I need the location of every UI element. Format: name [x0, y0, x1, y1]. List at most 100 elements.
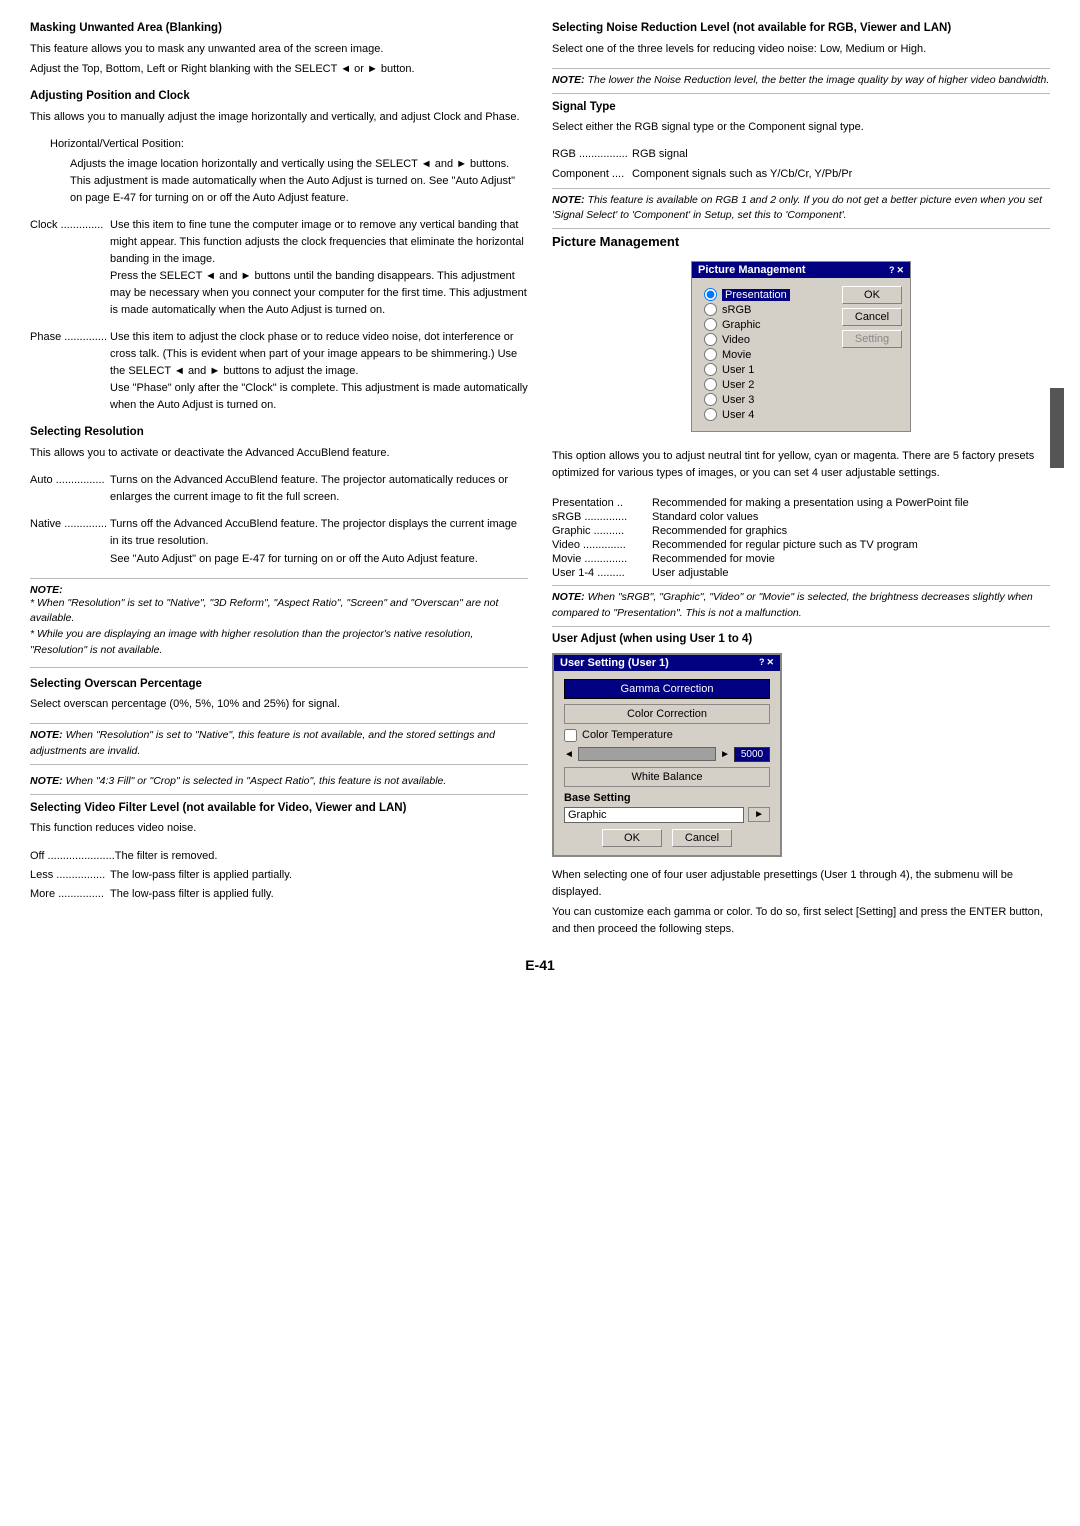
picture-management-dialog-box[interactable]: Picture Management ? ✕ Presentation [691, 261, 911, 432]
pm-user14-def: User 1-4 ......... User adjustable [552, 567, 1050, 579]
base-setting-arrow[interactable]: ► [748, 807, 770, 822]
adjusting-position-section: Adjusting Position and Clock This allows… [30, 88, 528, 126]
radio-user2-input[interactable] [704, 378, 717, 391]
radio-video[interactable]: Video [704, 333, 826, 346]
less-def: Less ................ The low-pass filte… [30, 867, 528, 884]
user-dialog-cancel-button[interactable]: Cancel [672, 829, 732, 847]
user-adjust-para2: You can customize each gamma or color. T… [552, 904, 1050, 938]
color-temperature-row: Color Temperature [564, 729, 770, 742]
note-overscan-section: NOTE: When "Resolution" is set to "Nativ… [30, 723, 528, 765]
user-dialog-icons: ? ✕ [759, 657, 774, 668]
setting-button[interactable]: Setting [842, 330, 902, 348]
dialog-question-icon[interactable]: ? [889, 265, 895, 276]
rgb-body: RGB signal [632, 146, 1050, 163]
user-dialog-ok-cancel-row: OK Cancel [564, 829, 770, 847]
cancel-button[interactable]: Cancel [842, 308, 902, 326]
pm-video-def: Video .............. Recommended for reg… [552, 539, 1050, 551]
note-signal-label: NOTE: [552, 194, 585, 206]
radio-graphic-input[interactable] [704, 318, 717, 331]
note-pm-section: NOTE: When "sRGB", "Graphic", "Video" or… [552, 585, 1050, 627]
less-body: The low-pass filter is applied partially… [110, 867, 528, 884]
base-setting-section: Base Setting Graphic ► [564, 792, 770, 823]
overscan-para: Select overscan percentage (0%, 5%, 10% … [30, 696, 528, 713]
color-correction-button[interactable]: Color Correction [564, 704, 770, 724]
video-filter-section: Selecting Video Filter Level (not availa… [30, 800, 528, 838]
right-column: Selecting Noise Reduction Level (not ava… [552, 20, 1050, 941]
video-filter-para: This function reduces video noise. [30, 820, 528, 837]
dialog-action-buttons: OK Cancel Setting [838, 278, 910, 431]
two-column-layout: Masking Unwanted Area (Blanking) This fe… [30, 20, 1050, 941]
dialog-close-icon[interactable]: ✕ [896, 265, 904, 276]
radio-srgb-input[interactable] [704, 303, 717, 316]
selecting-resolution-heading: Selecting Resolution [30, 424, 528, 442]
pm-srgb-body: Standard color values [652, 511, 758, 523]
dialog-body: Presentation sRGB Graphic [692, 278, 910, 431]
dialog-title-icons: ? ✕ [889, 265, 904, 276]
slider-left-arrow[interactable]: ◄ [564, 749, 574, 760]
radio-movie-input[interactable] [704, 348, 717, 361]
user-dialog-question-icon[interactable]: ? [759, 657, 765, 668]
note-noise-label: NOTE: [552, 74, 585, 86]
note-signal-text: This feature is available on RGB 1 and 2… [552, 194, 1042, 222]
noise-reduction-heading: Selecting Noise Reduction Level (not ava… [552, 20, 1050, 38]
radio-user4-input[interactable] [704, 408, 717, 421]
radio-user2[interactable]: User 2 [704, 378, 826, 391]
base-setting-select[interactable]: Graphic [564, 807, 744, 823]
more-term: More ............... [30, 886, 110, 903]
phase-section: Phase .............. Use this item to ad… [30, 329, 528, 414]
base-setting-select-row: Graphic ► [564, 807, 770, 823]
note-noise-text: The lower the Noise Reduction level, the… [588, 74, 1050, 86]
horiz-vert-label: Horizontal/Vertical Position: [50, 136, 528, 153]
horiz-vert-body: Adjusts the image location horizontally … [70, 156, 528, 207]
radio-user4[interactable]: User 4 [704, 408, 826, 421]
picture-management-dialog: Picture Management ? ✕ Presentation [552, 255, 1050, 438]
note-43-label: NOTE: [30, 775, 63, 787]
radio-srgb-label: sRGB [722, 304, 751, 316]
phase-def: Phase .............. Use this item to ad… [30, 329, 528, 414]
component-body: Component signals such as Y/Cb/Cr, Y/Pb/… [632, 166, 1050, 183]
base-setting-label: Base Setting [564, 792, 770, 804]
radio-user4-label: User 4 [722, 409, 754, 421]
signal-type-para: Select either the RGB signal type or the… [552, 119, 1050, 136]
radio-graphic[interactable]: Graphic [704, 318, 826, 331]
radio-user1[interactable]: User 1 [704, 363, 826, 376]
dialog-radio-group: Presentation sRGB Graphic [692, 278, 838, 431]
radio-user1-label: User 1 [722, 364, 754, 376]
radio-srgb[interactable]: sRGB [704, 303, 826, 316]
slider-right-arrow[interactable]: ► [720, 749, 730, 760]
user-adjust-heading: User Adjust (when using User 1 to 4) [552, 633, 1050, 645]
page-container: Masking Unwanted Area (Blanking) This fe… [30, 20, 1050, 973]
signal-type-heading: Signal Type [552, 99, 1050, 117]
component-def: Component .... Component signals such as… [552, 166, 1050, 183]
radio-user1-input[interactable] [704, 363, 717, 376]
user-dialog-close-icon[interactable]: ✕ [766, 657, 774, 668]
slider-track[interactable] [578, 747, 716, 761]
radio-video-input[interactable] [704, 333, 717, 346]
radio-movie[interactable]: Movie [704, 348, 826, 361]
overscan-section: Selecting Overscan Percentage Select ove… [30, 676, 528, 714]
gamma-correction-button[interactable]: Gamma Correction [564, 679, 770, 699]
ok-button[interactable]: OK [842, 286, 902, 304]
note-pm-label: NOTE: [552, 591, 585, 603]
more-body: The low-pass filter is applied fully. [110, 886, 528, 903]
radio-user3-label: User 3 [722, 394, 754, 406]
radio-presentation[interactable]: Presentation [704, 288, 826, 301]
left-column: Masking Unwanted Area (Blanking) This fe… [30, 20, 528, 941]
clock-body: Use this item to fine tune the computer … [110, 217, 528, 319]
pm-graphic-def: Graphic .......... Recommended for graph… [552, 525, 1050, 537]
user-setting-dialog[interactable]: User Setting (User 1) ? ✕ Gamma Correcti… [552, 653, 782, 857]
dialog-titlebar: Picture Management ? ✕ [692, 262, 910, 278]
color-temperature-checkbox[interactable] [564, 729, 577, 742]
white-balance-button[interactable]: White Balance [564, 767, 770, 787]
radio-user3[interactable]: User 3 [704, 393, 826, 406]
user-dialog-ok-button[interactable]: OK [602, 829, 662, 847]
video-filter-heading: Selecting Video Filter Level (not availa… [30, 800, 528, 818]
auto-def: Auto ................ Turns on the Advan… [30, 472, 528, 506]
pm-movie-def: Movie .............. Recommended for mov… [552, 553, 1050, 565]
pm-graphic-body: Recommended for graphics [652, 525, 787, 537]
radio-user3-input[interactable] [704, 393, 717, 406]
component-term: Component .... [552, 166, 632, 183]
off-def: Off ...................... The filter is… [30, 848, 528, 865]
radio-presentation-input[interactable] [704, 288, 717, 301]
phase-term: Phase .............. [30, 329, 110, 414]
